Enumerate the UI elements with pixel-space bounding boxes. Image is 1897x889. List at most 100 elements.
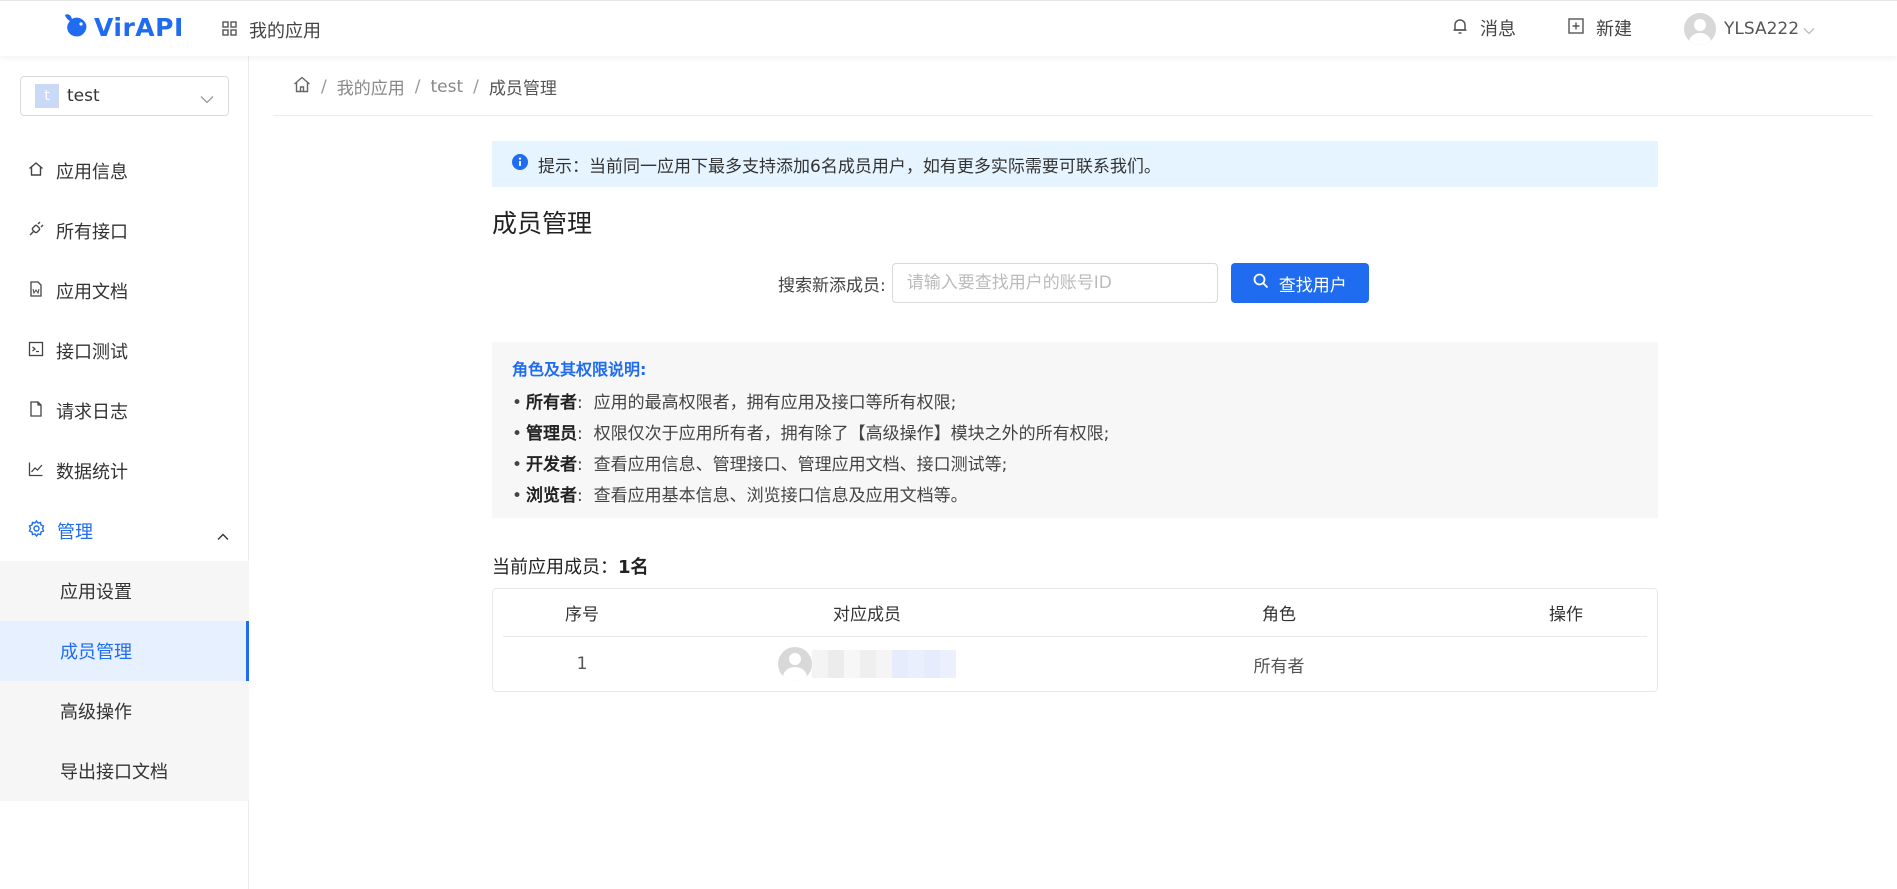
role-desc: 权限仅次于应用所有者，拥有除了【高级操作】模块之外的所有权限; (593, 424, 1110, 444)
sidebar-item-label: 数据统计 (56, 462, 128, 483)
chevron-up-icon (217, 525, 229, 546)
members-count: 当前应用成员：1名 (492, 553, 649, 579)
tip-banner: 提示：当前同一应用下最多支持添加6名成员用户，如有更多实际需要可联系我们。 (492, 141, 1658, 187)
member-role: 所有者 (1253, 656, 1305, 677)
messages-label: 消息 (1480, 19, 1516, 40)
breadcrumb-separator: / (414, 76, 421, 97)
find-user-button[interactable]: 查找用户 (1230, 263, 1369, 303)
sidebar-item-app-settings[interactable]: 应用设置 (0, 561, 249, 621)
bullet: • (512, 486, 523, 506)
sidebar-item-request-logs[interactable]: 请求日志 (0, 381, 249, 441)
app-badge: t (35, 84, 59, 108)
sidebar-item-label: 高级操作 (60, 702, 132, 723)
role-line: • 所有者: 应用的最高权限者，拥有应用及接口等所有权限; (512, 393, 957, 413)
roles-description: 角色及其权限说明: • 所有者: 应用的最高权限者，拥有应用及接口等所有权限; •… (492, 342, 1658, 518)
sidebar-item-label: 导出接口文档 (60, 762, 168, 783)
fish-logo-icon (62, 11, 90, 44)
word-doc-icon (28, 280, 44, 302)
search-input[interactable] (891, 263, 1218, 303)
role-name: 所有者 (526, 393, 578, 413)
sidebar-item-export-docs[interactable]: 导出接口文档 (0, 741, 249, 801)
table-header: 序号 对应成员 角色 操作 (503, 589, 1647, 637)
new-button[interactable]: 新建 (1568, 15, 1632, 41)
members-table: 序号 对应成员 角色 操作 1 所有者 (492, 588, 1658, 692)
sidebar-item-label: 应用信息 (56, 162, 128, 183)
nav-my-apps[interactable]: 我的应用 (222, 17, 321, 43)
member-name-blurred (812, 650, 956, 678)
members-count-value: 1名 (618, 557, 649, 578)
messages-button[interactable]: 消息 (1452, 15, 1516, 41)
sidebar-item-label: 请求日志 (56, 402, 128, 423)
new-label: 新建 (1596, 19, 1632, 40)
user-avatar (1684, 13, 1716, 45)
sidebar-item-label: 接口测试 (56, 342, 128, 363)
sidebar-item-label: 管理 (57, 522, 93, 543)
sidebar-item-member-management[interactable]: 成员管理 (0, 621, 249, 681)
row-index: 1 (576, 654, 588, 674)
column-header: 对应成员 (833, 605, 901, 625)
breadcrumb-separator: / (473, 76, 479, 97)
role-line: • 浏览者: 查看应用基本信息、浏览接口信息及应用文档等。 (512, 486, 968, 506)
nav-my-apps-label: 我的应用 (249, 21, 321, 42)
sidebar-item-app-info[interactable]: 应用信息 (0, 141, 249, 201)
file-icon (28, 400, 44, 422)
plug-icon (28, 221, 44, 242)
sidebar-item-advanced[interactable]: 高级操作 (0, 681, 249, 741)
sidebar-item-label: 所有接口 (56, 222, 128, 243)
line-chart-icon (28, 461, 44, 482)
bullet: • (512, 455, 523, 475)
breadcrumb-my-apps[interactable]: 我的应用 (337, 74, 405, 99)
role-name: 管理员 (526, 424, 578, 444)
sidebar-item-label: 成员管理 (60, 642, 132, 663)
logo[interactable]: VirAPI (62, 11, 184, 44)
role-desc: 查看应用信息、管理接口、管理应用文档、接口测试等; (593, 455, 1008, 475)
sidebar-menu: 应用信息 所有接口 应用文档 接口测试 请求日志 数据统计 管理 应用设置 成员… (0, 141, 249, 801)
members-count-label: 当前应用成员： (492, 557, 618, 578)
column-header: 序号 (565, 605, 599, 625)
breadcrumb: / 我的应用 / test / 成员管理 (273, 58, 1873, 116)
breadcrumb-current: 成员管理 (488, 79, 557, 99)
sidebar-item-api-test[interactable]: 接口测试 (0, 321, 249, 381)
sidebar-item-all-apis[interactable]: 所有接口 (0, 201, 249, 261)
manage-submenu: 应用设置 成员管理 高级操作 导出接口文档 (0, 561, 249, 801)
sidebar-item-label: 应用设置 (60, 582, 132, 603)
find-user-label: 查找用户 (1278, 275, 1347, 296)
app-selector[interactable]: t test (20, 76, 229, 116)
page-title: 成员管理 (492, 209, 593, 238)
sidebar-item-manage[interactable]: 管理 (0, 501, 249, 561)
chevron-down-icon (200, 89, 214, 109)
plus-square-icon (1568, 17, 1584, 39)
role-name: 开发者 (526, 455, 578, 475)
roles-title: 角色及其权限说明: (512, 360, 647, 379)
sidebar: t test 应用信息 所有接口 应用文档 接口测试 请求日志 数据统计 管理 … (0, 56, 249, 889)
home-icon (28, 161, 44, 182)
top-header: VirAPI 我的应用 消息 新建 YLSA222 (0, 0, 1897, 56)
search-label: 搜索新添成员: (778, 275, 886, 296)
user-name: YLSA222 (1724, 19, 1800, 39)
sidebar-item-statistics[interactable]: 数据统计 (0, 441, 249, 501)
chevron-down-icon (1803, 19, 1815, 40)
member-search: 搜索新添成员: 查找用户 (778, 263, 1369, 303)
info-icon (512, 153, 528, 175)
role-line: • 开发者: 查看应用信息、管理接口、管理应用文档、接口测试等; (512, 455, 1008, 475)
user-menu[interactable]: YLSA222 (1684, 13, 1815, 45)
member-avatar (778, 647, 812, 681)
bullet: • (512, 424, 523, 444)
logo-text: VirAPI (94, 13, 184, 42)
member-cell (661, 647, 1073, 681)
bell-icon (1452, 17, 1468, 40)
table-row: 1 所有者 (503, 637, 1647, 691)
search-icon (1253, 273, 1269, 294)
home-icon[interactable] (293, 76, 311, 98)
breadcrumb-app[interactable]: test (430, 77, 463, 97)
sidebar-item-app-docs[interactable]: 应用文档 (0, 261, 249, 321)
role-desc: 应用的最高权限者，拥有应用及接口等所有权限; (593, 393, 957, 413)
bullet: • (512, 393, 523, 413)
column-header: 操作 (1549, 605, 1583, 625)
terminal-icon (28, 341, 44, 362)
role-desc: 查看应用基本信息、浏览接口信息及应用文档等。 (593, 486, 968, 506)
tip-text: 提示：当前同一应用下最多支持添加6名成员用户，如有更多实际需要可联系我们。 (538, 156, 1161, 177)
sidebar-item-label: 应用文档 (56, 282, 128, 303)
app-name: test (67, 86, 100, 106)
role-line: • 管理员: 权限仅次于应用所有者，拥有除了【高级操作】模块之外的所有权限; (512, 424, 1110, 444)
